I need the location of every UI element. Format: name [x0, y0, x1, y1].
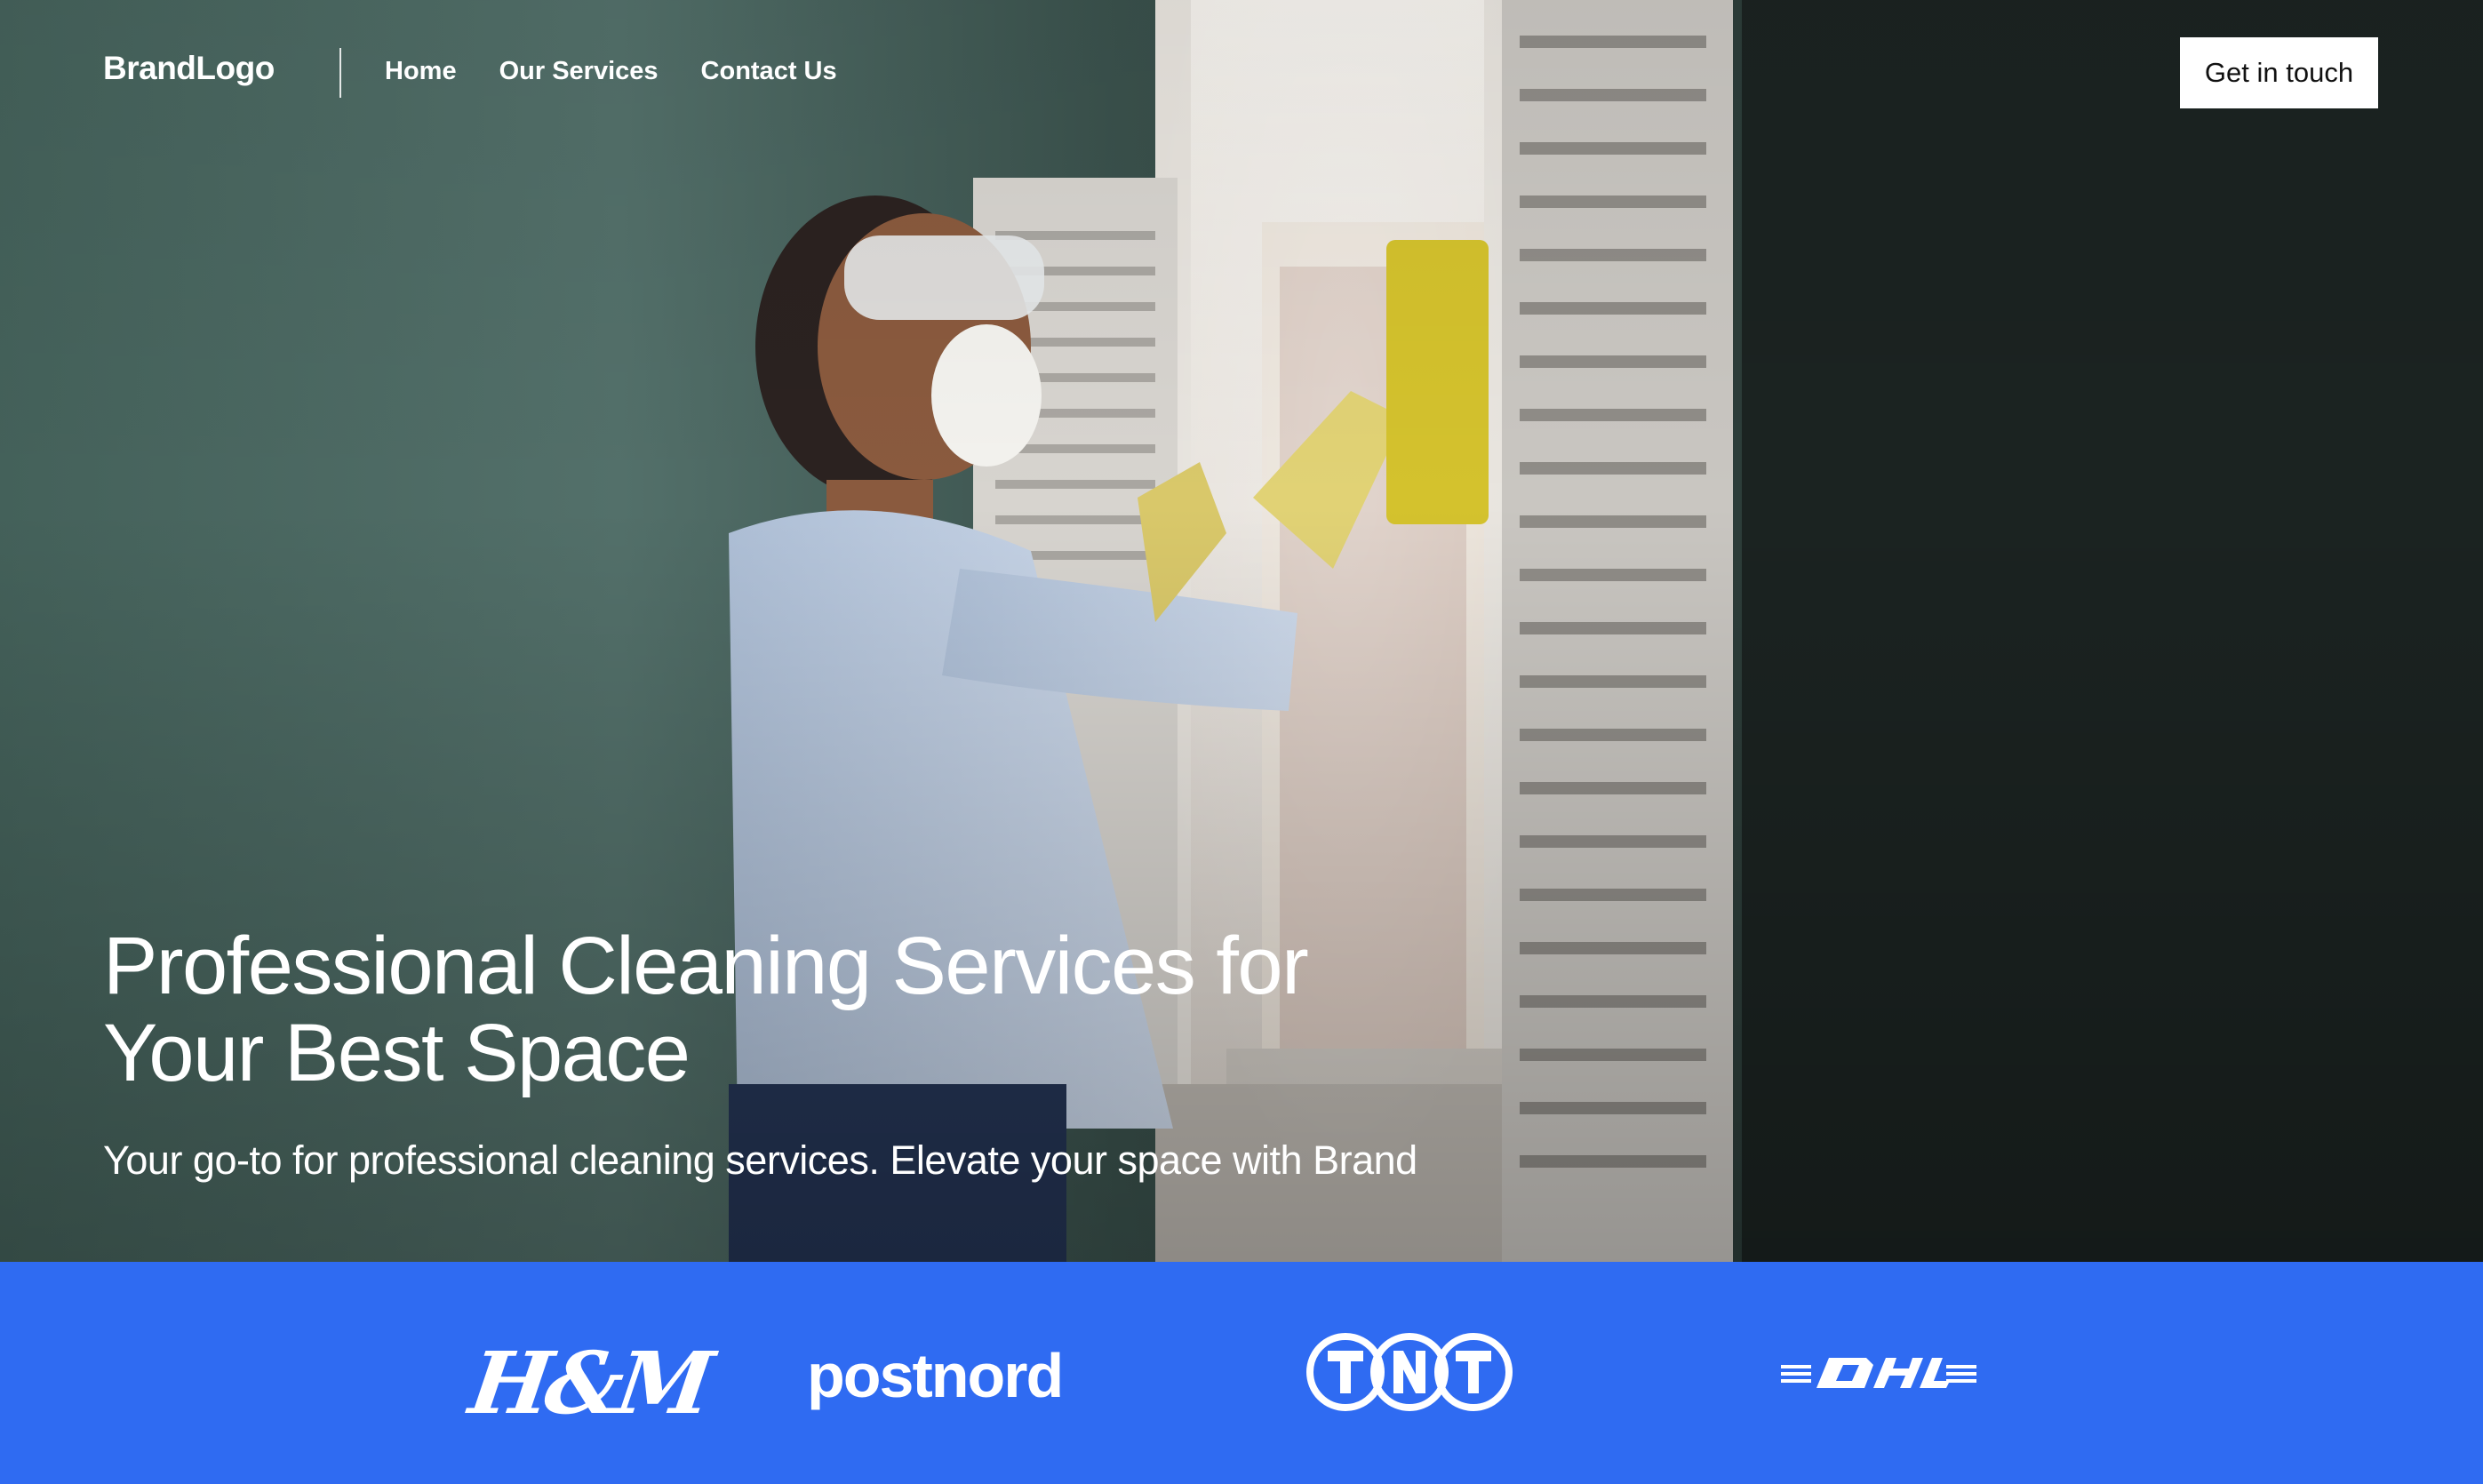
dhl-logo	[1781, 1358, 1976, 1388]
nav-link-home[interactable]: Home	[385, 57, 457, 86]
nav-links: Home Our Services Contact Us	[385, 57, 837, 86]
hero-headline-line-2: Your Best Space	[103, 1008, 691, 1098]
hero-headline-line-1: Professional Cleaning Services for	[103, 921, 1309, 1011]
nav-link-contact-us[interactable]: Contact Us	[701, 57, 837, 86]
hm-logo: H&M	[464, 1333, 715, 1433]
get-in-touch-button[interactable]: Get in touch	[2180, 37, 2378, 108]
landing-page: BrandLogo Home Our Services Contact Us G…	[0, 0, 2483, 1484]
hero-headline: Professional Cleaning Services for Your …	[103, 922, 1525, 1097]
nav-link-our-services[interactable]: Our Services	[499, 57, 659, 86]
hero-subheadline: Your go-to for professional cleaning ser…	[103, 1137, 1417, 1183]
postnord-logo: postnord	[807, 1341, 1064, 1410]
brand-logo[interactable]: BrandLogo	[103, 50, 275, 87]
tnt-logo	[1306, 1333, 1513, 1411]
nav-divider	[339, 48, 341, 98]
hero-section: BrandLogo Home Our Services Contact Us G…	[0, 0, 2483, 1262]
top-navigation: BrandLogo Home Our Services Contact Us G…	[0, 0, 2483, 147]
partner-logos-strip: H&M postnord	[0, 1262, 2483, 1484]
